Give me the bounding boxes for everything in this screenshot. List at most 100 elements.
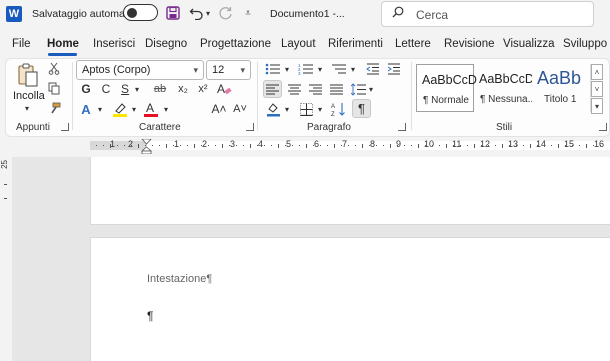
tab-layout[interactable]: Layout [281, 38, 316, 50]
ruler-tick [124, 145, 125, 146]
more-styles-icon[interactable]: ▾ [591, 98, 603, 114]
paragraph-mark[interactable]: ¶ [147, 309, 153, 323]
line-spacing-icon[interactable] [349, 80, 367, 98]
tab-lettere[interactable]: Lettere [395, 38, 431, 50]
numbering-dropdown-icon[interactable]: ▾ [316, 63, 324, 75]
autosave-toggle[interactable] [123, 4, 158, 21]
ruler-tick [383, 145, 384, 146]
ruler-tick [474, 144, 475, 148]
highlight-icon[interactable] [111, 100, 129, 118]
copy-icon[interactable] [47, 81, 61, 95]
ruler-tick [313, 145, 314, 146]
chevron-down-icon[interactable]: ˅ [591, 81, 603, 97]
ruler-tick [243, 145, 244, 146]
bullets-dropdown-icon[interactable]: ▾ [283, 63, 291, 75]
numbering-icon[interactable]: 123 [297, 61, 315, 77]
increase-indent-icon[interactable] [386, 61, 402, 77]
style-normale[interactable]: AaBbCcD ¶ Normale [416, 64, 477, 112]
subscript-button[interactable]: x₂ [175, 81, 191, 97]
underline-dropdown-icon[interactable]: ▾ [133, 83, 141, 95]
page-2[interactable] [90, 237, 610, 361]
paste-label[interactable]: Incolla [13, 90, 45, 102]
font-launcher-icon[interactable] [246, 123, 254, 131]
style-titolo-1[interactable]: AaBb Titolo 1 [532, 64, 588, 112]
sort-icon[interactable]: AZ [330, 101, 348, 118]
clipboard-launcher-icon[interactable] [61, 123, 69, 131]
toggle-knob [127, 7, 137, 18]
bold-button[interactable]: G [78, 81, 94, 97]
underline-button[interactable]: S [118, 81, 132, 97]
paste-dropdown-icon[interactable]: ▾ [22, 104, 32, 113]
indent-marker-icon[interactable] [140, 138, 153, 155]
ruler-tick [432, 145, 433, 146]
show-formatting-marks-button[interactable]: ¶ [352, 99, 371, 118]
italic-button[interactable]: C [98, 81, 114, 97]
ruler-tick [334, 144, 335, 148]
font-size-combo[interactable]: 12 ▾ [206, 60, 251, 80]
tab-home[interactable]: Home [47, 38, 79, 50]
page-1-bottom[interactable] [90, 157, 610, 225]
group-label-carattere: Carattere [139, 122, 181, 133]
svg-text:A: A [146, 101, 154, 115]
paste-icon[interactable] [15, 62, 41, 88]
ruler-tick [502, 144, 503, 148]
align-left-button[interactable] [263, 80, 282, 98]
tab-disegno[interactable]: Disegno [145, 38, 187, 50]
font-name-combo[interactable]: Aptos (Corpo) ▾ [76, 60, 204, 80]
shading-icon[interactable] [264, 101, 282, 117]
style-sample: AaBbCcD [422, 73, 477, 87]
shading-dropdown-icon[interactable]: ▾ [283, 103, 291, 115]
undo-dropdown-icon[interactable]: ▾ [204, 4, 212, 22]
ruler-tick [537, 145, 538, 146]
decrease-indent-icon[interactable] [365, 61, 381, 77]
ruler-tick [117, 145, 118, 146]
ruler-tick [215, 145, 216, 146]
tab-revisione[interactable]: Revisione [444, 38, 495, 50]
ruler-tick [173, 145, 174, 146]
svg-text:A: A [217, 82, 225, 96]
ruler-tick [544, 145, 545, 146]
customize-qat-icon[interactable]: ⩡ [243, 4, 253, 22]
group-label-paragrafo: Paragrafo [307, 122, 351, 133]
tab-file[interactable]: File [12, 38, 31, 50]
tab-sviluppo[interactable]: Sviluppo [563, 38, 607, 50]
text-effects-button[interactable]: A [78, 101, 94, 117]
font-color-icon[interactable]: A [142, 100, 160, 118]
multilevel-dropdown-icon[interactable]: ▾ [349, 63, 357, 75]
strikethrough-button[interactable]: ab [151, 81, 169, 97]
tab-inserisci[interactable]: Inserisci [93, 38, 135, 50]
ruler-tick [376, 145, 377, 146]
highlight-dropdown-icon[interactable]: ▾ [130, 103, 138, 115]
justify-icon[interactable] [327, 80, 345, 98]
font-color-dropdown-icon[interactable]: ▾ [162, 103, 170, 115]
clear-formatting-icon[interactable]: A [215, 81, 233, 97]
style-nessuna-spaziatura[interactable]: AaBbCcD ¶ Nessuna... [474, 64, 532, 112]
multilevel-list-icon[interactable] [330, 61, 348, 77]
horizontal-ruler[interactable] [90, 141, 610, 150]
chevron-up-icon[interactable]: ˄ [591, 64, 603, 80]
styles-launcher-icon[interactable] [599, 123, 607, 131]
line-spacing-dropdown-icon[interactable]: ▾ [367, 83, 375, 95]
format-painter-icon[interactable] [47, 101, 61, 115]
save-icon[interactable] [165, 4, 181, 22]
shrink-font-button[interactable]: A˅ [232, 101, 248, 117]
header-text[interactable]: Intestazione¶ [147, 273, 212, 285]
paragraph-launcher-icon[interactable] [398, 123, 406, 131]
tab-progettazione[interactable]: Progettazione [200, 38, 271, 50]
svg-text:Z: Z [331, 112, 335, 117]
vertical-ruler[interactable]: 25 [0, 157, 12, 361]
superscript-button[interactable]: x² [195, 81, 211, 97]
borders-dropdown-icon[interactable]: ▾ [316, 103, 324, 115]
tab-riferimenti[interactable]: Riferimenti [328, 38, 383, 50]
tab-visualizza[interactable]: Visualizza [503, 38, 555, 50]
bullets-icon[interactable] [264, 61, 282, 77]
search-box[interactable]: Cerca [381, 1, 594, 27]
grow-font-button[interactable]: A˄ [211, 101, 227, 117]
undo-icon[interactable] [188, 4, 204, 22]
text-effects-dropdown-icon[interactable]: ▾ [96, 103, 104, 115]
align-center-icon[interactable] [285, 80, 303, 98]
redo-icon[interactable] [217, 4, 233, 22]
align-right-icon[interactable] [306, 80, 324, 98]
borders-icon[interactable] [297, 101, 315, 117]
cut-icon[interactable] [47, 61, 61, 75]
